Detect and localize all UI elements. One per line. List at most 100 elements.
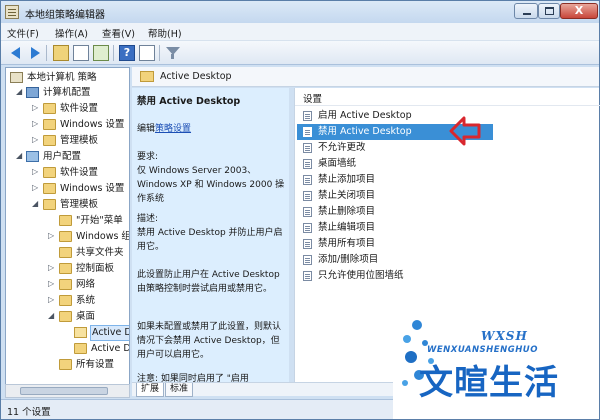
watermark-english: WENXUANSHENGHUO <box>427 345 538 355</box>
policy-setting-icon <box>303 175 312 185</box>
title-bar[interactable]: 本地组策略编辑器 X <box>1 1 599 23</box>
description-note: 注意: 如果同时启用了 "启用 <box>137 374 249 382</box>
content-header: Active Desktop <box>132 67 599 87</box>
folder-icon <box>59 247 72 258</box>
tab-standard[interactable]: 标准 <box>165 383 194 397</box>
back-icon[interactable] <box>9 45 25 61</box>
show-hide-tree-icon[interactable] <box>73 45 89 61</box>
list-item[interactable]: 桌面墙纸 <box>297 156 493 172</box>
maximize-button[interactable] <box>538 3 560 19</box>
forward-icon[interactable] <box>27 45 43 61</box>
toolbar: ? <box>1 41 599 65</box>
menu-help[interactable]: 帮助(H) <box>148 26 182 40</box>
folder-icon <box>43 103 56 114</box>
close-button[interactable]: X <box>560 3 598 19</box>
tab-extended[interactable]: 扩展 <box>136 383 165 397</box>
list-item[interactable]: 禁用所有项目 <box>297 236 493 252</box>
folder-icon <box>43 183 56 194</box>
folder-icon <box>140 71 154 82</box>
folder-icon <box>74 343 87 354</box>
watermark-abbrev: WXSH <box>481 329 528 343</box>
policy-setting-icon <box>303 239 312 249</box>
collapse-icon[interactable]: ◢ <box>48 312 56 320</box>
policy-setting-icon <box>303 223 312 233</box>
description-paragraph: 此设置防止用户在 Active Desktop 由策略控制时尝试启用或禁用它。 <box>137 270 280 294</box>
export-icon[interactable] <box>93 45 109 61</box>
description-paragraph: 如果未配置或禁用了此设置，则默认情况下会禁用 Active Desktop，但用… <box>137 322 282 360</box>
list-item[interactable]: 禁止添加项目 <box>297 172 493 188</box>
policy-setting-icon <box>303 191 312 201</box>
expand-icon[interactable]: ▷ <box>32 120 40 128</box>
group-policy-editor-icon <box>5 5 19 19</box>
edit-prefix: 编辑 <box>137 124 156 134</box>
list-item[interactable]: 禁止关闭项目 <box>297 188 493 204</box>
setting-heading: 禁用 Active Desktop <box>137 96 241 107</box>
policy-icon <box>10 72 23 83</box>
expand-icon[interactable]: ▷ <box>48 264 56 272</box>
expand-icon[interactable]: ▷ <box>32 184 40 192</box>
minimize-button[interactable] <box>514 3 538 19</box>
folder-icon <box>43 135 56 146</box>
menu-view[interactable]: 查看(V) <box>102 26 135 40</box>
expand-icon[interactable]: ▷ <box>32 136 40 144</box>
list-item[interactable]: 禁止删除项目 <box>297 204 493 220</box>
toolbar-separator <box>113 45 114 61</box>
folder-icon <box>43 167 56 178</box>
folder-open-icon <box>74 327 87 338</box>
collapse-icon[interactable]: ◢ <box>16 152 24 160</box>
collapse-icon[interactable]: ◢ <box>32 200 40 208</box>
policy-setting-icon <box>303 111 312 121</box>
expand-icon[interactable]: ▷ <box>32 104 40 112</box>
description-label: 描述: <box>137 214 159 224</box>
folder-icon <box>59 231 72 242</box>
toolbar-separator <box>159 45 160 61</box>
requirements-text: 仅 Windows Server 2003、Windows XP 和 Windo… <box>137 166 285 204</box>
list-item[interactable]: 禁止编辑项目 <box>297 220 493 236</box>
description-text: 禁用 Active Desktop 并防止用户启用它。 <box>137 228 283 252</box>
close-icon: X <box>574 4 584 17</box>
description-pane: 禁用 Active Desktop 编辑策略设置 要求: 仅 Windows S… <box>132 88 289 382</box>
status-text: 11 个设置 <box>7 407 51 418</box>
menu-action[interactable]: 操作(A) <box>55 26 88 40</box>
filter-icon[interactable] <box>165 45 181 61</box>
edit-policy-link[interactable]: 策略设置 <box>155 124 191 134</box>
watermark-chinese: 文暄生活 <box>419 363 559 403</box>
up-folder-icon[interactable] <box>53 45 69 61</box>
edit-line: 编辑策略设置 <box>137 122 287 136</box>
menu-file[interactable]: 文件(F) <box>7 26 39 40</box>
scrollbar-thumb[interactable] <box>20 387 108 395</box>
folder-icon <box>59 215 72 226</box>
tree-horizontal-scrollbar[interactable] <box>5 384 130 398</box>
folder-icon <box>43 199 56 210</box>
policy-setting-icon <box>303 271 312 281</box>
collapse-icon[interactable]: ◢ <box>16 88 24 96</box>
expand-icon[interactable]: ▷ <box>48 280 56 288</box>
column-header-setting[interactable]: 设置 <box>295 88 600 106</box>
help-icon[interactable]: ? <box>119 45 135 61</box>
folder-icon <box>59 263 72 274</box>
properties-icon[interactable] <box>139 45 155 61</box>
content-title: Active Desktop <box>160 71 232 82</box>
folder-icon <box>59 295 72 306</box>
expand-icon[interactable]: ▷ <box>48 296 56 304</box>
list-item[interactable]: 只允许使用位图墙纸 <box>297 268 493 284</box>
window-title: 本地组策略编辑器 <box>25 10 105 21</box>
user-config-icon <box>26 151 39 162</box>
main-window: 本地组策略编辑器 X 文件(F) 操作(A) 查看(V) 帮助(H) ? 本地计… <box>0 0 600 420</box>
toolbar-separator <box>46 45 47 61</box>
maximize-icon <box>545 7 554 15</box>
expand-icon[interactable]: ▷ <box>32 168 40 176</box>
folder-icon <box>59 279 72 290</box>
policy-setting-icon <box>303 255 312 265</box>
expand-icon[interactable]: ▷ <box>48 232 56 240</box>
red-annotation-arrow-icon <box>449 116 481 146</box>
list-item[interactable]: 添加/删除项目 <box>297 252 493 268</box>
folder-icon <box>59 359 72 370</box>
policy-setting-icon <box>303 143 312 153</box>
folder-icon <box>43 119 56 130</box>
menu-bar: 文件(F) 操作(A) 查看(V) 帮助(H) <box>1 23 599 41</box>
computer-icon <box>26 87 39 98</box>
navigation-tree[interactable]: 本地计算机 策略 ◢ 计算机配置 ▷ 软件设置 ▷ Windows 设置 ▷ 管… <box>5 67 130 397</box>
policy-setting-icon <box>303 159 312 169</box>
folder-icon <box>59 311 72 322</box>
